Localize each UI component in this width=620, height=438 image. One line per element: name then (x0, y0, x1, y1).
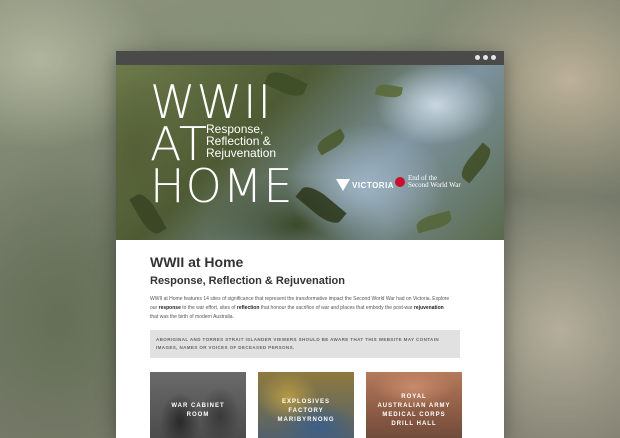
site-card-war-cabinet-room[interactable]: WAR CABINET ROOM (150, 372, 246, 438)
hero-subtitle-line: Rejuvenation (206, 146, 277, 160)
page-subtitle: Response, Reflection & Rejuvenation (150, 275, 345, 287)
end-of-war-logo-text: End of the Second World War (408, 175, 461, 189)
site-card-explosives-factory[interactable]: EXPLOSIVES FACTORY MARIBYRNONG (258, 372, 354, 438)
intro-text: that was the birth of modern Australia. (150, 314, 234, 320)
leaf-decoration (314, 128, 348, 156)
end-of-war-logo[interactable]: End of the Second World War (395, 175, 461, 189)
window-dot-icon[interactable] (491, 55, 496, 60)
victoria-triangle-icon (336, 179, 350, 191)
window-titlebar (116, 51, 504, 65)
browser-window: WWII AT HOME Response, Reflection & Reju… (116, 51, 504, 438)
intro-emphasis: rejuvenation (413, 305, 444, 311)
end-of-war-line: Second World War (408, 181, 461, 189)
page-title: WWII at Home (150, 254, 244, 270)
intro-paragraph: WWII at Home features 14 sites of signif… (150, 295, 450, 322)
victoria-logo-text: VICTORIA (352, 180, 395, 190)
window-dot-icon[interactable] (483, 55, 488, 60)
hero-banner: WWII AT HOME Response, Reflection & Reju… (116, 65, 504, 240)
poppy-icon (395, 177, 405, 187)
site-cards: WAR CABINET ROOM EXPLOSIVES FACTORY MARI… (150, 372, 470, 438)
victoria-logo[interactable]: VICTORIA (336, 179, 394, 191)
site-card-label: WAR CABINET ROOM (171, 403, 225, 418)
site-card-label: EXPLOSIVES FACTORY MARIBYRNONG (277, 398, 335, 423)
cultural-warning-notice: Aboriginal and Torres Strait Islander vi… (150, 330, 460, 358)
hero-subtitle: Response, Reflection & Rejuvenation (206, 123, 276, 159)
intro-emphasis: response (158, 305, 181, 311)
leaf-decoration (375, 82, 403, 100)
leaf-decoration (457, 142, 495, 184)
intro-emphasis: reflection (236, 305, 260, 311)
intro-text: to the war effort, sites of (180, 305, 237, 311)
site-card-label: ROYAL AUSTRALIAN ARMY MEDICAL CORPS DRIL… (377, 394, 451, 427)
intro-text: that honour the sacrifice of war and pla… (259, 305, 414, 311)
site-card-drill-hall[interactable]: ROYAL AUSTRALIAN ARMY MEDICAL CORPS DRIL… (366, 372, 462, 438)
window-dot-icon[interactable] (475, 55, 480, 60)
leaf-decoration (414, 210, 454, 234)
hero-title-line: HOME (150, 159, 294, 213)
main-content: WWII at Home Response, Reflection & Reju… (116, 240, 504, 438)
window-controls (475, 55, 496, 60)
